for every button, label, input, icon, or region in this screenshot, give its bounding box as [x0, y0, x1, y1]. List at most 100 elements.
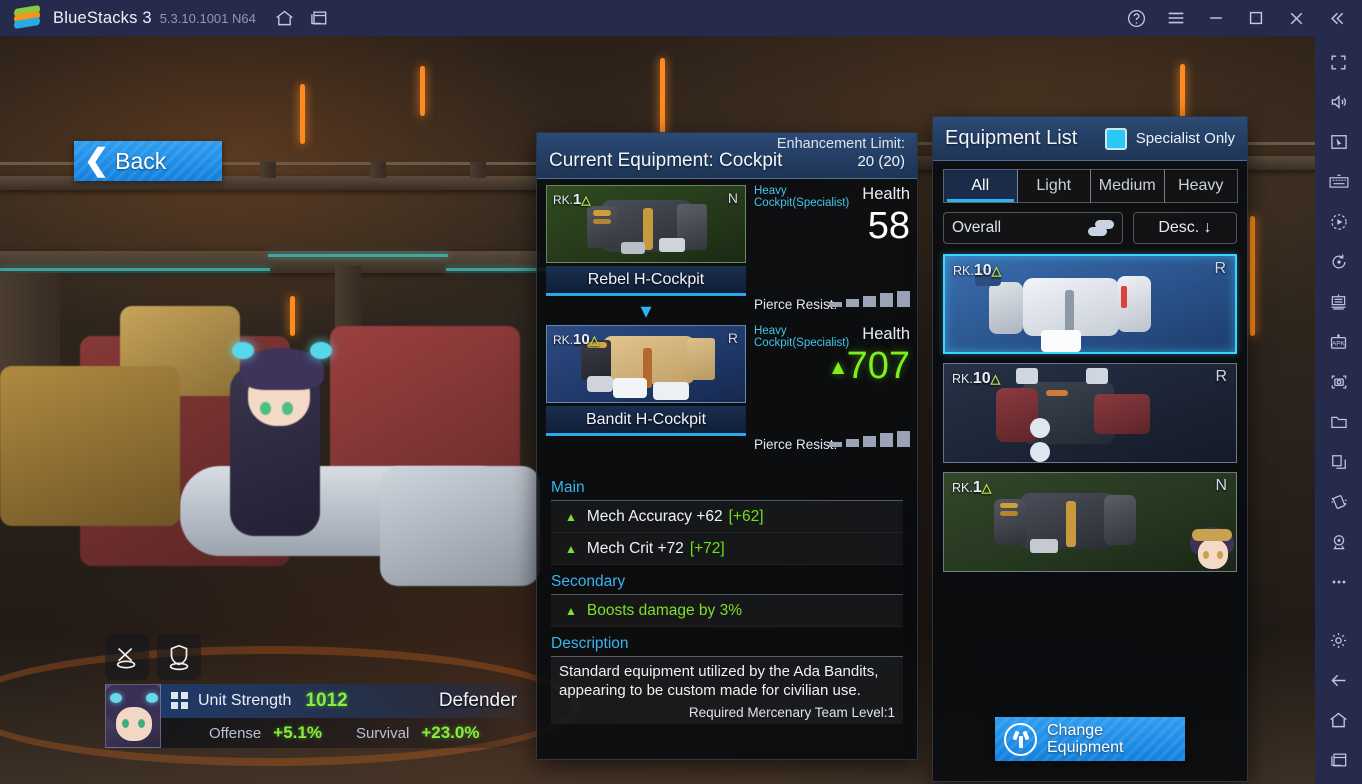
replacement-equipment-type: Heavy Cockpit(Specialist)	[754, 325, 850, 350]
unit-role-icons	[105, 634, 201, 680]
maximize-icon[interactable]	[1236, 1, 1276, 35]
rank-prefix: RK.	[952, 372, 973, 386]
close-icon[interactable]	[1276, 1, 1316, 35]
change-equipment-line2: Equipment	[1047, 739, 1124, 756]
rank-value: 1	[972, 479, 982, 496]
bg-light	[420, 66, 425, 116]
rank-value: 10	[972, 370, 991, 387]
game-viewport[interactable]: ❮ Back Unit Strength 1012 Defender Offen…	[0, 36, 1315, 784]
checkbox-icon[interactable]	[1104, 127, 1127, 150]
fullscreen-icon[interactable]	[1321, 46, 1357, 78]
bg-light	[290, 296, 295, 336]
cursor-icon[interactable]	[1321, 126, 1357, 158]
current-equipment-name-plate: Rebel H-Cockpit	[546, 266, 746, 296]
home-icon[interactable]	[268, 1, 302, 35]
list-item[interactable]: RK.1△ N	[943, 472, 1237, 572]
tab-label: Light	[1036, 177, 1072, 194]
chevron-down-icon: ▾	[640, 298, 652, 323]
more-icon[interactable]	[1321, 566, 1357, 598]
replacement-pierce-bars	[829, 431, 910, 447]
volume-icon[interactable]	[1321, 86, 1357, 118]
equipment-list-header: Equipment List Specialist Only	[933, 117, 1247, 161]
current-equipment-header: Current Equipment: Cockpit Enhancement L…	[537, 133, 917, 179]
rank-up-icon: △	[581, 193, 591, 207]
bg-neon-strip	[268, 254, 448, 257]
install-apk-icon[interactable]: APK	[1321, 326, 1357, 358]
overall-filter-label: Overall	[952, 219, 1002, 236]
bg-light	[1250, 216, 1255, 336]
current-pierce-bars	[829, 291, 910, 307]
rank-prefix: RK.	[953, 264, 974, 278]
rank-prefix: RK.	[952, 481, 973, 495]
requirement-text: Required Mercenary Team Level:1	[688, 704, 895, 720]
grid-icon	[171, 692, 189, 710]
bg-pilot-bow	[310, 342, 332, 359]
back-button[interactable]: ❮ Back	[74, 141, 222, 181]
bg-neon-strip	[0, 268, 270, 271]
current-equipment-thumbnail[interactable]: RK.1△ N	[546, 185, 746, 263]
back-icon[interactable]	[1321, 664, 1357, 696]
menu-icon[interactable]	[1156, 1, 1196, 35]
bg-mech-gold	[0, 366, 180, 526]
location-icon[interactable]	[1321, 526, 1357, 558]
item-rank-badge: RK.10△	[952, 370, 1000, 388]
rank-prefix: RK.	[553, 193, 574, 207]
collapse-icon[interactable]	[1316, 1, 1356, 35]
help-icon[interactable]	[1116, 1, 1156, 35]
shake-icon[interactable]	[1321, 486, 1357, 518]
tab-medium[interactable]: Medium	[1090, 169, 1165, 203]
keyboard-controls-icon[interactable]	[1321, 166, 1357, 198]
tab-label: Heavy	[1178, 177, 1224, 194]
macro-record-icon[interactable]	[1321, 206, 1357, 238]
bluestacks-logo-icon	[14, 4, 40, 30]
multi-instance-icon[interactable]	[1321, 286, 1357, 318]
increase-arrow-icon: ▲	[827, 355, 849, 379]
replacement-equipment-thumbnail[interactable]: RK.10△ R	[546, 325, 746, 403]
equipment-list-panel: Equipment List Specialist Only All Light…	[932, 116, 1248, 782]
change-equipment-line1: Change	[1047, 721, 1104, 739]
main-stats-list: ▲ Mech Accuracy +62 [+62] ▲ Mech Crit +7…	[551, 500, 903, 565]
screenshot-icon[interactable]	[1321, 366, 1357, 398]
sort-order-button[interactable]: Desc. ↓	[1133, 212, 1237, 244]
current-stats-block: Heavy Cockpit(Specialist) Health 58 Pier…	[752, 179, 912, 319]
minimize-icon[interactable]	[1196, 1, 1236, 35]
stat-row: ▲ Boosts damage by 3%	[551, 595, 903, 627]
rank-value: 10	[973, 262, 992, 279]
main-stats-section: Main ▲ Mech Accuracy +62 [+62] ▲ Mech Cr…	[537, 479, 917, 565]
overall-filter-dropdown[interactable]: Overall	[943, 212, 1123, 244]
sort-order-label: Desc. ↓	[1158, 219, 1212, 236]
list-item[interactable]: RK.10△ R	[943, 254, 1237, 354]
home-icon[interactable]	[1321, 704, 1357, 736]
bg-post	[470, 162, 486, 178]
current-rank-badge: RK.1△	[553, 191, 591, 208]
tab-label: Medium	[1098, 177, 1156, 194]
rank-up-icon: △	[990, 372, 1001, 386]
bluestacks-sidebar: APK	[1315, 36, 1362, 784]
copy-paste-icon[interactable]	[1321, 446, 1357, 478]
stat-bonus: [+72]	[689, 539, 725, 557]
settings-icon[interactable]	[1321, 624, 1357, 656]
tab-all[interactable]: All	[943, 169, 1018, 203]
defense-role-icon[interactable]	[157, 634, 201, 680]
attack-role-icon[interactable]	[105, 634, 149, 680]
tab-light[interactable]: Light	[1016, 169, 1091, 203]
current-equipment-name: Rebel H-Cockpit	[587, 270, 705, 288]
list-item[interactable]: RK.10△ R	[943, 363, 1237, 463]
survival-value: +23.0%	[421, 723, 480, 742]
specialist-only-toggle[interactable]: Specialist Only	[1104, 127, 1235, 150]
current-grade-badge: N	[727, 190, 738, 206]
equipment-slots: RK.1△ N Rebel H-Cockpit ▾ RK.10△ R Bandi…	[546, 185, 746, 436]
rank-value: 10	[573, 331, 590, 348]
equipment-filters: Overall Desc. ↓	[943, 212, 1237, 244]
window-controls	[1116, 0, 1356, 36]
tab-heavy[interactable]: Heavy	[1163, 169, 1238, 203]
change-equipment-button[interactable]: Change Equipment	[995, 717, 1185, 761]
description-section-title: Description	[551, 635, 629, 652]
back-button-label: Back	[115, 147, 167, 174]
recents-icon[interactable]	[1321, 744, 1357, 776]
current-equipment-panel: Current Equipment: Cockpit Enhancement L…	[536, 132, 918, 760]
media-folder-icon[interactable]	[1321, 406, 1357, 438]
recents-icon[interactable]	[302, 1, 336, 35]
rotate-icon[interactable]	[1321, 246, 1357, 278]
equipment-items-list: RK.10△ R RK.10△ R RK.1△ N	[943, 254, 1237, 572]
